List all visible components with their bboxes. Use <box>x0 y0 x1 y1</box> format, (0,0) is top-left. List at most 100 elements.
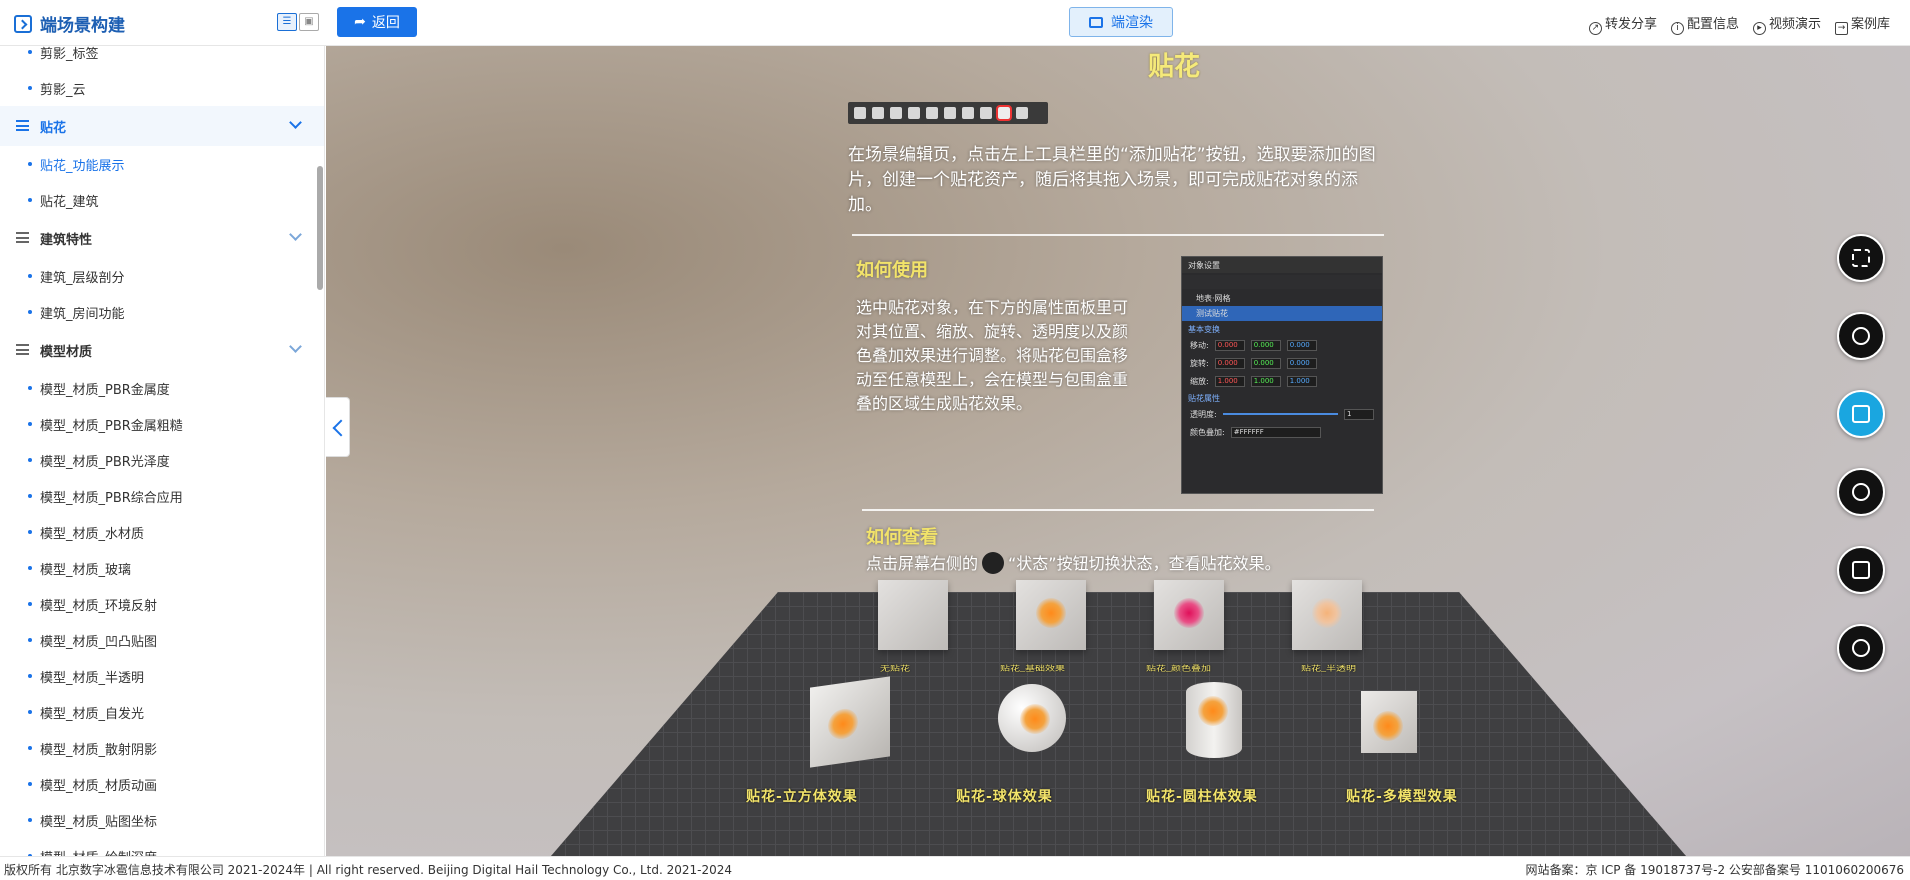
scene-viewport[interactable]: 贴花 在场景编辑页，点击左上工具栏里的“添加贴花”按钮，选取要添加的图片，创建一… <box>326 46 1910 856</box>
decal-sample-basic[interactable] <box>1016 580 1086 650</box>
panel-value: 0.000 <box>1286 339 1317 351</box>
sidebar-item[interactable]: 模型_材质_玻璃 <box>0 550 324 586</box>
sidebar-item-label: 模型_材质_水材质 <box>40 526 145 542</box>
intro-text: 在场景编辑页，点击左上工具栏里的“添加贴花”按钮，选取要添加的图片，创建一个贴花… <box>848 145 1376 215</box>
case-library-link[interactable]: → 案例库 <box>1834 13 1890 35</box>
icp-text: 网站备案：京 ICP 备 19018737号-2 公安部备案号 11010602… <box>1525 863 1904 877</box>
info-button[interactable] <box>1837 624 1885 672</box>
exit-icon: → <box>1834 22 1848 35</box>
render-mode-button[interactable]: 端渲染 <box>1069 7 1173 37</box>
sidebar-item-label: 贴花_建筑 <box>40 194 99 210</box>
sidebar-item[interactable]: 剪影_云 <box>0 70 324 106</box>
decal-sample-color[interactable] <box>1154 580 1224 650</box>
sidebar-item[interactable]: 模型_材质_PBR综合应用 <box>0 478 324 514</box>
sidebar-item[interactable]: 模型_材质_绘制深度 <box>0 838 324 856</box>
list-view-icon[interactable]: ☰ <box>277 13 297 31</box>
sidebar-item-label: 模型材质 <box>40 344 93 360</box>
panel-value: #FFFFFF <box>1230 426 1321 438</box>
sidebar-item[interactable]: 建筑_房间功能 <box>0 294 324 330</box>
chevron-down-icon[interactable] <box>289 116 302 129</box>
sidebar-item-label: 模型_材质_材质动画 <box>40 778 158 794</box>
sidebar-item[interactable]: 模型_材质_材质动画 <box>0 766 324 802</box>
sidebar-item-label: 模型_材质_散射阴影 <box>40 742 158 758</box>
how-view-pre: 点击屏幕右侧的 <box>866 554 979 573</box>
chevron-down-icon[interactable] <box>289 340 302 353</box>
video-link[interactable]: ▸ 视频演示 <box>1752 13 1821 35</box>
copyright-text: 版权所有 北京数字冰雹信息技术有限公司 2021-2024年 | All rig… <box>4 863 733 877</box>
sidebar-item-label: 模型_材质_自发光 <box>40 706 145 722</box>
sidebar-item-label: 模型_材质_PBR金属粗糙 <box>40 418 183 434</box>
decal-sphere[interactable] <box>998 684 1066 752</box>
decal-sample-translucent[interactable] <box>1292 580 1362 650</box>
sidebar-item[interactable]: 模型_材质_凹凸贴图 <box>0 622 324 658</box>
state-grid-icon <box>982 552 1005 574</box>
decal-multi-model[interactable] <box>1361 691 1417 753</box>
app-root: 端场景构建 ☰ ▣ ➦ 返回 端渲染 ↗ 转发分享 i 配置信息 ▸ 视频演示 → 案例… <box>0 0 1910 880</box>
caption-front: 贴花-多模型效果 <box>1346 789 1458 805</box>
sidebar-collapse-button[interactable] <box>326 397 350 457</box>
how-view-title: 如何查看 <box>866 527 938 548</box>
sidebar-item-label: 模型_材质_环境反射 <box>40 598 158 614</box>
panel-section: 基本变换 <box>1188 325 1220 334</box>
sidebar-item[interactable]: 建筑_层级剖分 <box>0 258 324 294</box>
sidebar-item-label: 模型_材质_PBR综合应用 <box>40 490 183 506</box>
panel-label: 缩放: <box>1190 376 1209 386</box>
list-icon <box>16 232 29 243</box>
footer: 版权所有 北京数字冰雹信息技术有限公司 2021-2024年 | All rig… <box>0 856 1910 880</box>
video-camera-icon <box>1852 405 1870 423</box>
sidebar-item[interactable]: 贴花_功能展示 <box>0 146 324 182</box>
card-view-icon[interactable]: ▣ <box>299 13 319 31</box>
sidebar-item-label: 模型_材质_玻璃 <box>40 562 132 578</box>
caption-back: 贴花_颜色叠加 <box>1146 665 1211 673</box>
weather-button[interactable] <box>1837 468 1885 516</box>
sidebar-group[interactable]: 模型材质 <box>0 330 324 370</box>
sidebar: 剪影_标签 剪影_云 贴花 贴花_功能展示贴花_建筑建筑特性建筑_层级剖分 建筑_房间功… <box>0 46 325 856</box>
sidebar-item-label: 模型_材质_绘制深度 <box>40 847 157 857</box>
sidebar-item[interactable]: 模型_材质_半透明 <box>0 658 324 694</box>
sidebar-group[interactable]: 建筑特性 <box>0 218 324 258</box>
state-button[interactable] <box>1837 546 1885 594</box>
fullscreen-button[interactable] <box>1837 234 1885 282</box>
sidebar-item[interactable]: 模型_材质_PBR金属粗糙 <box>0 406 324 442</box>
caption-back: 无贴花 <box>880 665 910 673</box>
sidebar-item[interactable]: 模型_材质_PBR光泽度 <box>0 442 324 478</box>
chevron-down-icon[interactable] <box>289 228 302 241</box>
divider <box>852 234 1384 236</box>
decal-cylinder[interactable] <box>1186 682 1242 758</box>
sidebar-item[interactable]: 模型_材质_PBR金属度 <box>0 370 324 406</box>
how-view-post: “状态”按钮切换状态，查看贴花效果。 <box>1008 554 1281 573</box>
info-icon <box>1852 639 1870 657</box>
decal-sample-none[interactable] <box>878 580 948 650</box>
sidebar-group[interactable]: 贴花 <box>0 106 324 146</box>
panel-value: 1.000 <box>1250 375 1281 387</box>
sidebar-item[interactable]: 剪影_标签 <box>0 46 324 70</box>
back-button[interactable]: ➦ 返回 <box>337 7 417 37</box>
panel-value: 0.000 <box>1250 339 1281 351</box>
sidebar-item[interactable]: 模型_材质_水材质 <box>0 514 324 550</box>
share-link[interactable]: ↗ 转发分享 <box>1588 13 1657 35</box>
how-view-text: 点击屏幕右侧的 “状态”按钮切换状态，查看贴花效果。 <box>866 552 1281 576</box>
caption-back: 贴花_半透明 <box>1301 665 1356 673</box>
divider <box>862 509 1374 511</box>
config-label: 配置信息 <box>1686 17 1739 32</box>
app-title: 端场景构建 <box>40 16 125 36</box>
sidebar-item[interactable]: 模型_材质_贴图坐标 <box>0 802 324 838</box>
sidebar-item-label: 建筑_房间功能 <box>40 306 125 322</box>
reset-view-button[interactable] <box>1837 312 1885 360</box>
decal-cube[interactable] <box>810 676 890 768</box>
share-icon: ↗ <box>1588 22 1602 35</box>
list-icon <box>16 344 29 355</box>
sidebar-scrollbar[interactable] <box>317 166 323 290</box>
panel-label: 移动: <box>1190 340 1209 350</box>
sidebar-item[interactable]: 贴花_建筑 <box>0 182 324 218</box>
sidebar-item-label: 建筑_层级剖分 <box>40 270 125 286</box>
config-link[interactable]: i 配置信息 <box>1670 13 1739 35</box>
state-grid-icon <box>1852 561 1870 579</box>
video-camera-button[interactable] <box>1837 390 1885 438</box>
how-use-text: 选中贴花对象，在下方的属性面板里可对其位置、缩放、旋转、透明度以及颜色叠加效果进… <box>856 298 1129 413</box>
scene-title: 贴花 <box>1147 52 1200 82</box>
sidebar-item[interactable]: 模型_材质_环境反射 <box>0 586 324 622</box>
sidebar-list: 剪影_标签 剪影_云 贴花 贴花_功能展示贴花_建筑建筑特性建筑_层级剖分 建筑_房间功… <box>0 46 324 856</box>
sidebar-item[interactable]: 模型_材质_自发光 <box>0 694 324 730</box>
sidebar-item[interactable]: 模型_材质_散射阴影 <box>0 730 324 766</box>
